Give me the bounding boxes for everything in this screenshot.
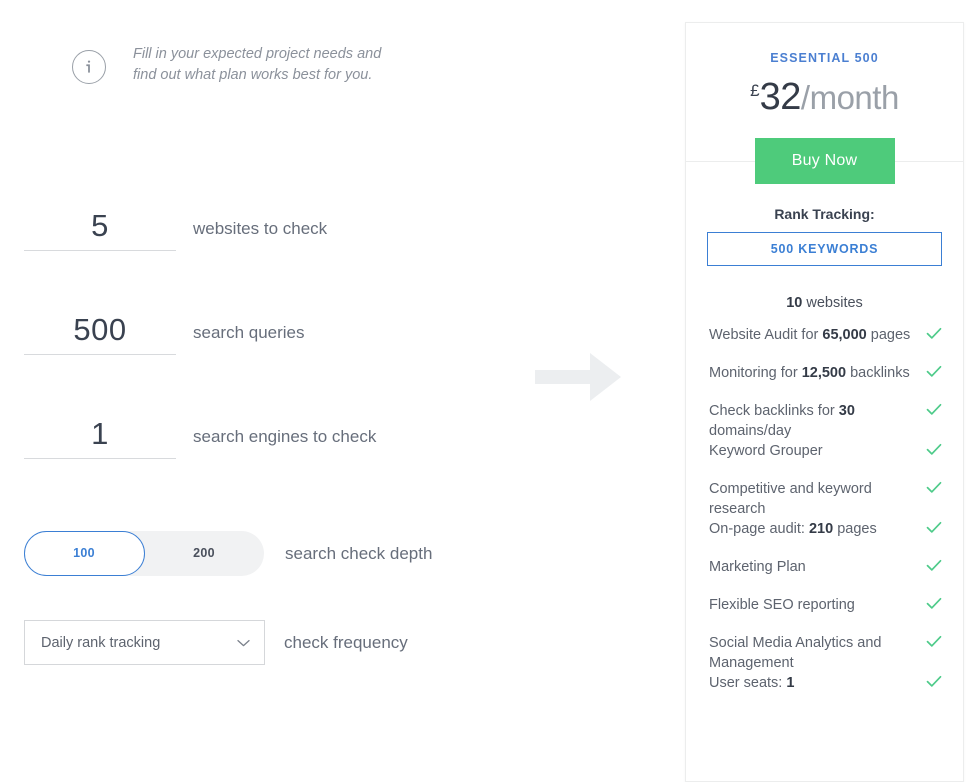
search-engines-value: 1 [91,416,109,451]
chevron-down-icon [237,634,250,652]
check-icon [926,597,942,610]
price-amount: 32 [759,76,802,118]
queries-input[interactable]: 500 [24,312,176,355]
field-row-websites: 5 websites to check [0,208,640,251]
plan-price: £32/month [686,78,963,116]
field-row-check-frequency: Daily rank tracking check frequency [0,620,408,665]
feature-item: Flexible SEO reporting [686,595,963,633]
check-icon [926,365,942,378]
feature-text: User seats: 1 [709,675,795,691]
feature-value: 30 [838,403,855,419]
intro-text: Fill in your expected project needs and … [133,46,382,83]
check-icon [926,443,942,456]
feature-text: Check backlinks for 30 domains/day [709,403,855,439]
search-depth-toggle[interactable]: 100 200 [24,531,264,576]
check-frequency-value: Daily rank tracking [41,634,161,651]
check-icon [926,327,942,340]
keywords-badge[interactable]: 500 KEYWORDS [707,232,942,266]
check-icon [926,635,942,648]
feature-item: Monitoring for 12,500 backlinks [686,363,963,401]
buy-now-button[interactable]: Buy Now [754,138,895,184]
buy-section: Buy Now [686,138,963,184]
feature-text: Competitive and keyword research [709,481,872,517]
field-row-search-depth: 100 200 search check depth [0,531,432,576]
feature-item: Website Audit for 65,000 pages [686,325,963,363]
feature-text: Keyword Grouper [709,443,823,459]
websites-count-line: 10 websites [686,295,963,311]
check-icon [926,675,942,688]
pricing-calculator-page: Fill in your expected project needs and … [0,0,980,782]
price-period: /month [800,79,899,116]
feature-item: Marketing Plan [686,557,963,595]
field-row-search-engines: 1 search engines to check [0,416,640,459]
check-icon [926,521,942,534]
calculator-panel: Fill in your expected project needs and … [0,0,670,746]
websites-input[interactable]: 5 [24,208,176,251]
check-frequency-label: check frequency [284,632,408,652]
feature-item: Keyword Grouper [686,441,963,479]
queries-value: 500 [73,312,127,347]
feature-value: 210 [808,521,834,537]
feature-text: On-page audit: 210 pages [709,521,877,537]
feature-item: Check backlinks for 30 domains/day [686,401,963,441]
arrow-right-icon [533,337,625,422]
queries-label: search queries [193,323,305,342]
feature-item: Competitive and keyword research [686,479,963,519]
feature-item: On-page audit: 210 pages [686,519,963,557]
websites-label: websites to check [193,219,328,238]
check-icon [926,559,942,572]
pricing-card: ESSENTIAL 500 £32/month Buy Now Rank Tra… [685,22,964,782]
intro-block: Fill in your expected project needs and … [72,44,385,86]
search-engines-input[interactable]: 1 [24,416,176,459]
feature-item: User seats: 1 [686,673,963,711]
check-frequency-select[interactable]: Daily rank tracking [24,620,265,665]
websites-count-suffix: websites [802,295,863,311]
check-icon [926,403,942,416]
feature-text: Flexible SEO reporting [709,597,855,613]
feature-item: Social Media Analytics and Management [686,633,963,673]
feature-text: Website Audit for 65,000 pages [709,327,911,343]
search-engines-label: search engines to check [193,427,377,446]
price-currency: £ [750,81,760,100]
search-depth-label: search check depth [285,543,433,563]
info-circle-icon [72,50,106,84]
websites-count-value: 10 [786,295,803,311]
feature-text: Social Media Analytics and Management [709,635,882,671]
plan-name: ESSENTIAL 500 [770,51,879,65]
rank-tracking-title: Rank Tracking: [774,206,875,222]
feature-value: 65,000 [822,327,867,343]
feature-text: Marketing Plan [709,559,806,575]
websites-value: 5 [91,208,109,243]
check-icon [926,481,942,494]
toggle-option-100[interactable]: 100 [24,531,144,576]
feature-text: Monitoring for 12,500 backlinks [709,365,910,381]
feature-value: 12,500 [801,365,847,381]
feature-list: Website Audit for 65,000 pages Monitoring… [686,325,963,711]
feature-value: 1 [786,675,795,691]
toggle-option-200[interactable]: 200 [144,531,264,576]
